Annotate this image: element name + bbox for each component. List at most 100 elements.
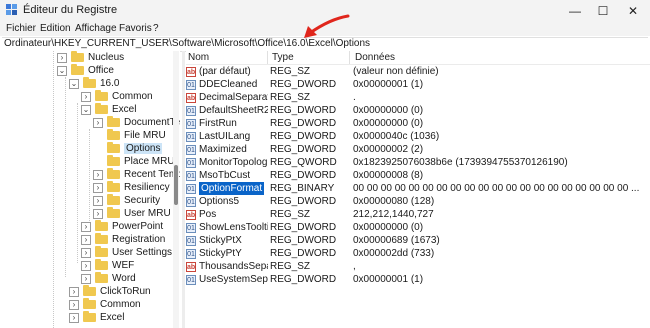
value-row[interactable]: 01 FirstRun REG_DWORD 0x00000000 (0) xyxy=(186,117,650,130)
tree-node-label: PowerPoint xyxy=(112,221,164,232)
tree-node-file-mru[interactable]: File MRU xyxy=(93,129,166,142)
value-data: . xyxy=(353,92,356,103)
tree-node-security[interactable]: › Security xyxy=(93,194,160,207)
column-divider[interactable] xyxy=(349,51,350,64)
column-header-type[interactable]: Type xyxy=(272,52,294,63)
value-type: REG_DWORD xyxy=(270,170,337,181)
menu-fichier[interactable]: Fichier xyxy=(6,23,36,34)
expand-icon[interactable]: › xyxy=(69,312,79,323)
value-row[interactable]: 01 ShowLensTooltip REG_DWORD 0x00000000 (… xyxy=(186,221,650,234)
expand-placeholder xyxy=(93,157,103,167)
value-row[interactable]: 01 StickyPtY REG_DWORD 0x000002dd (733) xyxy=(186,247,650,260)
expand-icon[interactable]: ⌄ xyxy=(57,65,67,76)
value-data: 0x00000689 (1673) xyxy=(353,235,440,246)
tree-node-excel-2[interactable]: › Excel xyxy=(69,311,124,324)
value-row[interactable]: 01 DefaultSheetR2L REG_DWORD 0x00000000 (… xyxy=(186,104,650,117)
close-button[interactable]: ✕ xyxy=(618,0,648,22)
minimize-button[interactable]: — xyxy=(560,0,590,22)
column-header-data[interactable]: Données xyxy=(355,52,395,63)
expand-icon[interactable]: ⌄ xyxy=(81,104,91,115)
value-name: Maximized xyxy=(199,144,247,155)
value-name-cell: 01 DefaultSheetR2L xyxy=(186,104,268,117)
tree-node-user-settings[interactable]: › User Settings xyxy=(81,246,172,259)
tree-node-16-0[interactable]: ⌄ 16.0 xyxy=(69,77,119,90)
tree-node-nucleus[interactable]: › Nucleus xyxy=(57,51,124,64)
tree-node-documenttemplate[interactable]: › DocumentTemplate xyxy=(93,116,180,129)
value-name-cell: 01 MsoTbCust xyxy=(186,169,268,182)
expand-icon[interactable]: › xyxy=(81,91,91,102)
binary-value-icon: 01 xyxy=(186,274,196,285)
menu-favoris[interactable]: Favoris xyxy=(119,23,152,34)
tree-node-common-2[interactable]: › Common xyxy=(69,298,141,311)
tree-node-powerpoint[interactable]: › PowerPoint xyxy=(81,220,163,233)
tree-node-office[interactable]: ⌄ Office xyxy=(57,64,114,77)
value-name: OptionFormat xyxy=(199,182,265,195)
expand-icon[interactable]: › xyxy=(81,234,91,245)
tree-scrollbar-thumb[interactable] xyxy=(174,165,178,205)
string-value-icon: ab xyxy=(186,92,196,103)
value-name-cell: 01MonitorTopolog... xyxy=(186,156,268,169)
tree-node-word[interactable]: › Word xyxy=(81,272,136,285)
value-row[interactable]: 01 StickyPtX REG_DWORD 0x00000689 (1673) xyxy=(186,234,650,247)
expand-icon[interactable]: › xyxy=(81,260,91,271)
value-row[interactable]: 01 Options5 REG_DWORD 0x00000080 (128) xyxy=(186,195,650,208)
folder-icon xyxy=(95,233,108,244)
tree-guide-line xyxy=(65,77,66,277)
tree-node-excel[interactable]: ⌄ Excel xyxy=(81,103,136,116)
expand-icon[interactable]: › xyxy=(81,273,91,284)
expand-icon[interactable]: › xyxy=(93,208,103,219)
tree-node-common[interactable]: › Common xyxy=(81,90,153,103)
expand-icon[interactable]: › xyxy=(57,52,67,63)
tree-node-label: Excel xyxy=(100,312,125,323)
tree-node-label: Options xyxy=(124,143,163,154)
tree-node-user-mru[interactable]: › User MRU xyxy=(93,207,171,220)
column-header-name[interactable]: Nom xyxy=(188,52,209,63)
pane-splitter[interactable] xyxy=(182,51,185,328)
tree-node-recent-templates[interactable]: › Recent Templates xyxy=(93,168,180,181)
value-row-selected[interactable]: 01 OptionFormat REG_BINARY 00 00 00 00 00… xyxy=(186,182,650,195)
value-row[interactable]: 01 LastUILang REG_DWORD 0x0000040c (1036) xyxy=(186,130,650,143)
value-row[interactable]: ab Pos REG_SZ 212,212,1440,727 xyxy=(186,208,650,221)
value-name-cell: abThousandsSepar... xyxy=(186,260,268,273)
registry-tree: › Nucleus ⌄ Office ⌄ 16.0 › Common ⌄ Exc… xyxy=(0,51,180,328)
tree-node-options[interactable]: Options xyxy=(93,142,163,155)
maximize-button[interactable]: ☐ xyxy=(588,0,618,22)
folder-icon xyxy=(95,90,108,101)
expand-icon[interactable]: ⌄ xyxy=(69,78,79,89)
value-row[interactable]: 01 MsoTbCust REG_DWORD 0x00000008 (8) xyxy=(186,169,650,182)
value-row[interactable]: ab (par défaut) REG_SZ (valeur non défini… xyxy=(186,65,650,78)
menu-edition[interactable]: Edition xyxy=(40,23,71,34)
expand-icon[interactable]: › xyxy=(69,299,79,310)
expand-icon[interactable]: › xyxy=(93,182,103,193)
value-data: 0x00000000 (0) xyxy=(353,222,424,233)
value-type: REG_DWORD xyxy=(270,131,337,142)
value-row[interactable]: 01MonitorTopolog... REG_QWORD 0x18239250… xyxy=(186,156,650,169)
tree-node-label: Common xyxy=(100,299,141,310)
expand-icon[interactable]: › xyxy=(69,286,79,297)
menu-affichage[interactable]: Affichage xyxy=(75,23,117,34)
tree-node-label: WEF xyxy=(112,260,135,271)
menu-help[interactable]: ? xyxy=(153,23,159,34)
value-type: REG_DWORD xyxy=(270,274,337,285)
expand-icon[interactable]: › xyxy=(81,247,91,258)
value-data: 0x00000080 (128) xyxy=(353,196,435,207)
value-row[interactable]: 01 DDECleaned REG_DWORD 0x00000001 (1) xyxy=(186,78,650,91)
tree-node-label: User Settings xyxy=(112,247,173,258)
value-row[interactable]: abThousandsSepar... REG_SZ , xyxy=(186,260,650,273)
value-row[interactable]: 01 Maximized REG_DWORD 0x00000002 (2) xyxy=(186,143,650,156)
expand-icon[interactable]: › xyxy=(81,221,91,232)
tree-node-place-mru[interactable]: Place MRU xyxy=(93,155,175,168)
expand-icon[interactable]: › xyxy=(93,117,103,128)
tree-node-clicktorun[interactable]: › ClickToRun xyxy=(69,285,151,298)
value-type: REG_DWORD xyxy=(270,235,337,246)
value-row[interactable]: 01UseSystemSepar... REG_DWORD 0x00000001… xyxy=(186,273,650,286)
list-header: Nom Type Données xyxy=(186,51,650,65)
column-divider[interactable] xyxy=(267,51,268,64)
expand-icon[interactable]: › xyxy=(93,169,103,180)
value-name: StickyPtX xyxy=(199,235,242,246)
tree-node-wef[interactable]: › WEF xyxy=(81,259,134,272)
expand-icon[interactable]: › xyxy=(93,195,103,206)
value-row[interactable]: abDecimalSeparator REG_SZ . xyxy=(186,91,650,104)
tree-node-registration[interactable]: › Registration xyxy=(81,233,165,246)
tree-node-resiliency[interactable]: › Resiliency xyxy=(93,181,170,194)
